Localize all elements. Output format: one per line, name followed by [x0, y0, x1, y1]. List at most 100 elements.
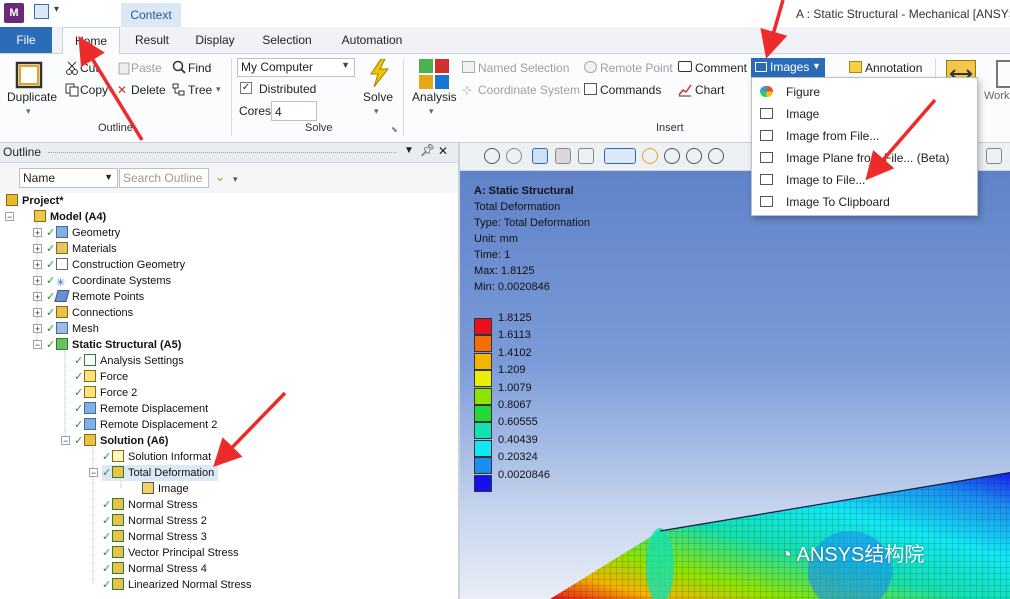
tree-item-mesh[interactable]: ✓ Mesh: [46, 321, 99, 337]
distributed-checkbox[interactable]: ✓: [240, 82, 252, 94]
expand-toggle[interactable]: +: [33, 260, 42, 270]
camera-icon: [760, 108, 773, 119]
result-min: Min: 0.0020846: [474, 281, 550, 293]
tree-item-solution-information[interactable]: ✓ Solution Informat: [102, 449, 211, 465]
copy-button[interactable]: Copy: [80, 83, 108, 97]
tab-automation[interactable]: Automation: [332, 27, 412, 53]
filter-chevron-icon[interactable]: ⌄: [214, 168, 226, 185]
duplicate-dropdown-icon[interactable]: ▾: [26, 106, 31, 117]
tab-home[interactable]: Home: [62, 27, 120, 55]
collapse-toggle[interactable]: −: [89, 468, 98, 478]
tree-item-linearized-normal-stress[interactable]: ✓ Linearized Normal Stress: [102, 577, 252, 593]
panel-dropdown-icon[interactable]: ▼: [404, 145, 414, 156]
menu-item-figure[interactable]: Figure: [752, 81, 977, 103]
coordinate-system-button[interactable]: Coordinate System: [478, 83, 580, 97]
tree-item-static-structural[interactable]: ✓ Static Structural (A5): [46, 337, 181, 353]
tree-item-normal-stress-3[interactable]: ✓ Normal Stress 3: [102, 529, 207, 545]
save-icon[interactable]: [34, 4, 49, 19]
select-body-icon[interactable]: [532, 148, 548, 164]
view-options-icon[interactable]: [986, 148, 1002, 164]
tree-item-materials[interactable]: ✓ Materials: [46, 241, 117, 257]
find-button[interactable]: Find: [188, 61, 211, 75]
expand-toggle[interactable]: +: [33, 324, 42, 334]
select-face-icon[interactable]: [555, 148, 571, 164]
menu-item-image[interactable]: Image: [752, 103, 977, 125]
annotation-button[interactable]: Annotation: [865, 61, 922, 75]
tree-dropdown-icon[interactable]: ▾: [216, 84, 221, 95]
pan-icon[interactable]: [642, 148, 658, 164]
tree-item-geometry[interactable]: ✓ Geometry: [46, 225, 120, 241]
cores-input[interactable]: 4: [271, 101, 317, 121]
tree-item-model[interactable]: Model (A4): [34, 209, 106, 225]
tab-result[interactable]: Result: [124, 27, 180, 53]
duplicate-button[interactable]: Duplicate: [7, 90, 57, 104]
paste-button[interactable]: Paste: [131, 61, 162, 75]
tree-item-normal-stress-4[interactable]: ✓ Normal Stress 4: [102, 561, 207, 577]
tree-item-force[interactable]: ✓ Force: [74, 369, 128, 385]
comment-button[interactable]: Comment: [695, 61, 747, 75]
menu-item-image-to-clipboard[interactable]: Image To Clipboard: [752, 191, 977, 213]
tree-item-total-deformation[interactable]: ✓ Total Deformation: [102, 465, 219, 481]
pin-icon[interactable]: 📌︎: [420, 143, 435, 157]
context-tab[interactable]: Context: [121, 3, 181, 27]
graphics-viewport[interactable]: A: Static Structural Total Deformation T…: [460, 171, 1010, 599]
expand-toggle[interactable]: +: [33, 308, 42, 318]
delete-button[interactable]: Delete: [131, 83, 166, 97]
close-icon[interactable]: ✕: [438, 144, 448, 158]
tree-item-remote-displacement[interactable]: ✓ Remote Displacement: [74, 401, 208, 417]
rotate-mode-icon[interactable]: [604, 148, 636, 164]
tree-item-connections[interactable]: ✓ Connections: [46, 305, 133, 321]
filter-dropdown-icon[interactable]: ▾: [233, 174, 238, 185]
name-filter-select[interactable]: Name ▼: [19, 168, 118, 188]
group-launcher-icon[interactable]: ⬊: [391, 125, 398, 134]
chart-button[interactable]: Chart: [695, 83, 724, 97]
select-edge-icon[interactable]: [578, 148, 594, 164]
chevron-down-icon: ▼: [812, 61, 821, 71]
solve-button[interactable]: Solve: [363, 90, 393, 104]
analysis-dropdown-icon[interactable]: ▾: [429, 106, 434, 117]
tree-item-coordinate-systems[interactable]: ✓✳ Coordinate Systems: [46, 273, 171, 289]
images-button[interactable]: Images ▼: [751, 58, 825, 77]
expand-toggle[interactable]: +: [33, 276, 42, 286]
tree-item-remote-displacement-2[interactable]: ✓ Remote Displacement 2: [74, 417, 217, 433]
commands-button[interactable]: Commands: [600, 83, 661, 97]
expand-toggle[interactable]: +: [33, 244, 42, 254]
tab-display[interactable]: Display: [186, 27, 244, 53]
remote-point-button[interactable]: Remote Point: [600, 61, 673, 75]
tree-item-vector-principal-stress[interactable]: ✓ Vector Principal Stress: [102, 545, 239, 561]
collapse-toggle[interactable]: −: [33, 340, 42, 350]
zoom-box-icon[interactable]: [686, 148, 702, 164]
tab-file[interactable]: File: [0, 27, 52, 53]
tree-item-remote-points[interactable]: ✓ Remote Points: [46, 289, 144, 305]
menu-item-image-to-file[interactable]: Image to File...: [752, 169, 977, 191]
quick-access-dropdown-icon[interactable]: ▾: [54, 4, 59, 15]
collapse-toggle[interactable]: −: [5, 212, 14, 222]
analysis-button[interactable]: Analysis: [412, 90, 457, 104]
solve-dropdown-icon[interactable]: ▾: [374, 106, 379, 117]
search-outline-input[interactable]: Search Outline: [119, 168, 209, 188]
zoom-out-icon[interactable]: [506, 148, 522, 164]
named-selection-button[interactable]: Named Selection: [478, 61, 569, 75]
zoom-in-icon[interactable]: [484, 148, 500, 164]
tree-item-normal-stress-2[interactable]: ✓ Normal Stress 2: [102, 513, 207, 529]
zoom-icon[interactable]: [664, 148, 680, 164]
tree-item-construction-geometry[interactable]: ✓ Construction Geometry: [46, 257, 185, 273]
tree-item-force-2[interactable]: ✓ Force 2: [74, 385, 137, 401]
menu-item-image-plane-from-file[interactable]: Image Plane from File... (Beta): [752, 147, 977, 169]
tree-item-image[interactable]: Image: [142, 481, 189, 497]
tree-item-normal-stress[interactable]: ✓ Normal Stress: [102, 497, 198, 513]
panel-grip[interactable]: [48, 152, 396, 153]
tab-selection[interactable]: Selection: [252, 27, 322, 53]
tree-item-project[interactable]: Project*: [6, 193, 64, 209]
tree-item-solution[interactable]: ✓ Solution (A6): [74, 433, 168, 449]
collapse-toggle[interactable]: −: [61, 436, 70, 446]
cut-button[interactable]: Cut: [80, 61, 99, 75]
expand-toggle[interactable]: +: [33, 292, 42, 302]
tree-button[interactable]: Tree: [188, 83, 212, 97]
solve-target-select[interactable]: My Computer ▼: [237, 58, 355, 77]
menu-item-image-from-file[interactable]: Image from File...: [752, 125, 977, 147]
expand-toggle[interactable]: +: [33, 228, 42, 238]
tree-item-analysis-settings[interactable]: ✓ Analysis Settings: [74, 353, 184, 369]
worksheet-button[interactable]: Work: [984, 90, 1009, 102]
zoom-fit-icon[interactable]: [708, 148, 724, 164]
